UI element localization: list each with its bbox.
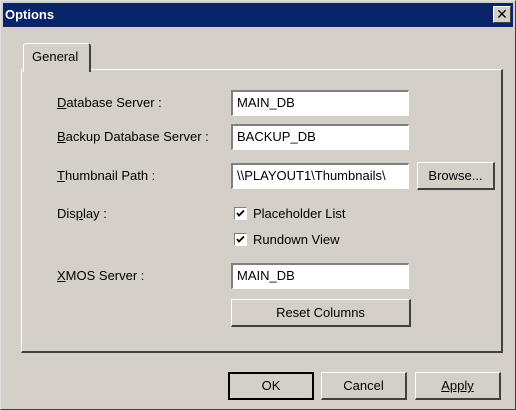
options-dialog: Options ✕ General Database Server : MAIN… [0,0,516,410]
close-button[interactable]: ✕ [493,6,511,23]
thumbnail-path-field[interactable]: \\PLAYOUT1\Thumbnails\ [231,163,409,189]
checkbox-checked-icon [234,233,247,246]
display-label: Display : [57,206,107,221]
placeholder-list-checkbox[interactable]: Placeholder List [234,205,346,223]
tab-general[interactable]: General [23,43,91,72]
ok-button[interactable]: OK [228,372,314,400]
database-server-field[interactable]: MAIN_DB [231,90,409,116]
rundown-view-checkbox[interactable]: Rundown View [234,231,339,249]
backup-database-server-label: Backup Database Server : [57,129,209,144]
thumbnail-path-label: Thumbnail Path : [57,168,156,183]
placeholder-list-label: Placeholder List [253,206,346,221]
title-bar[interactable]: Options ✕ [3,3,513,27]
xmos-server-field[interactable]: MAIN_DB [231,263,409,289]
browse-button[interactable]: Browse... [417,162,495,190]
reset-columns-button[interactable]: Reset Columns [231,299,411,327]
apply-button[interactable]: Apply [415,372,501,400]
rundown-view-label: Rundown View [253,232,340,247]
checkbox-checked-icon [234,207,247,220]
close-icon: ✕ [496,6,508,22]
window-title: Options [5,7,55,22]
backup-database-server-field[interactable]: BACKUP_DB [231,124,409,150]
xmos-server-label: XMOS Server : [57,268,145,283]
cancel-button[interactable]: Cancel [321,372,407,400]
database-server-label: Database Server : [57,95,162,110]
tab-general-label: General [32,49,79,64]
